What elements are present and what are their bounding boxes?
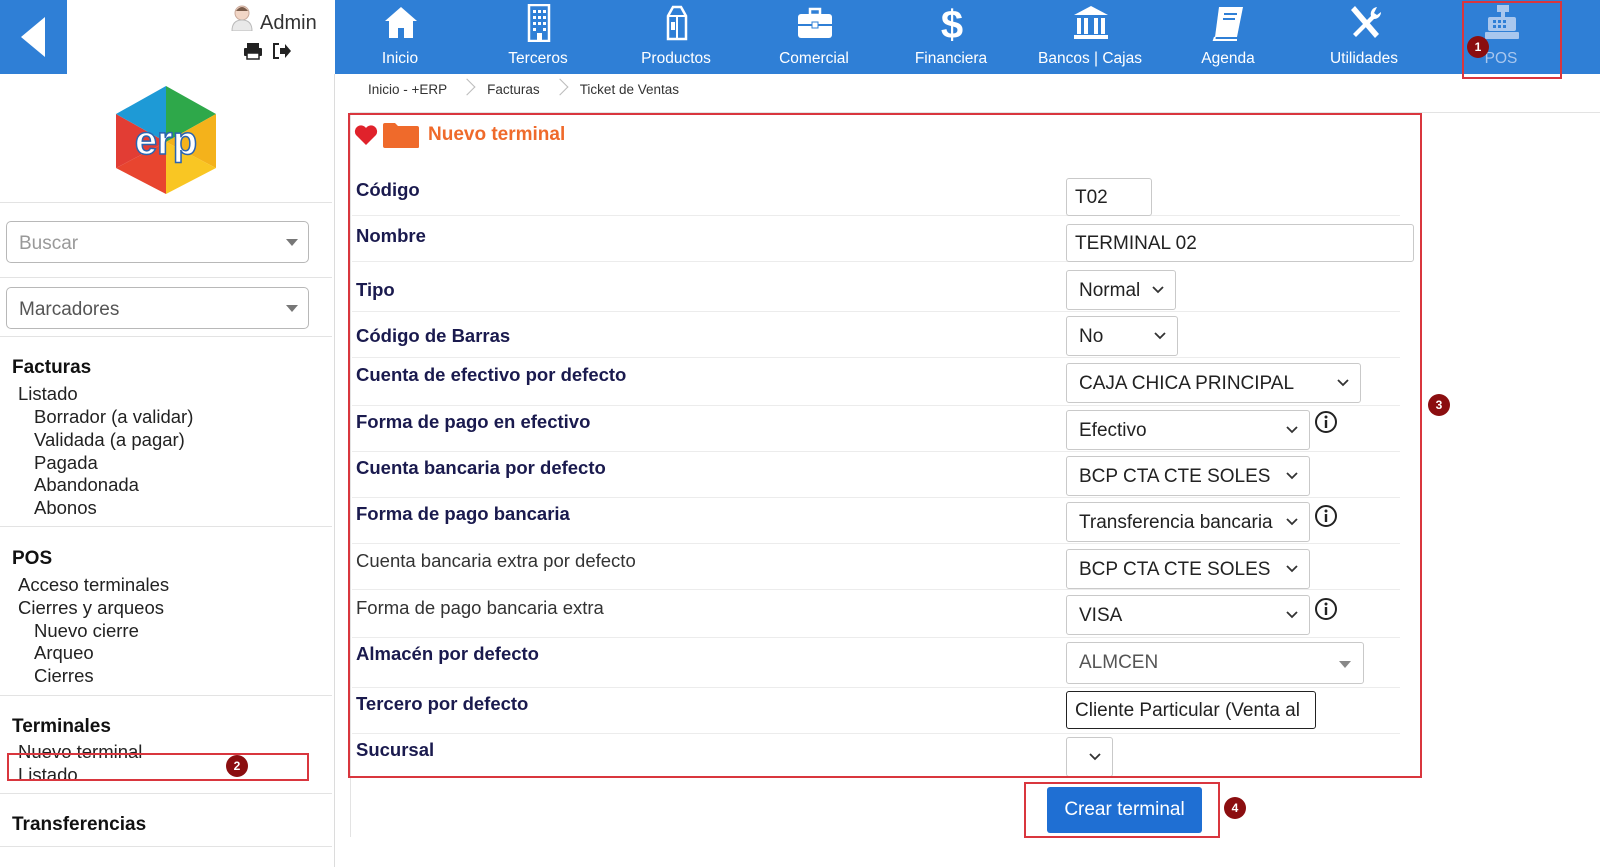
top-navigation: Inicio Terceros Productos Comercial $ Fi… <box>335 0 1600 74</box>
nav-label-productos: Productos <box>641 50 711 67</box>
breadcrumb: Inicio - +ERP Facturas Ticket de Ventas <box>352 76 693 102</box>
divider <box>0 846 332 847</box>
nav-productos[interactable]: Productos <box>611 0 741 74</box>
breadcrumb-item[interactable]: Facturas <box>471 82 554 97</box>
menu-item-listado[interactable]: Listado <box>18 383 78 405</box>
search-select[interactable]: Buscar <box>6 221 309 263</box>
menu-item-cierres[interactable]: Cierres <box>34 665 94 687</box>
nav-label-agenda: Agenda <box>1201 50 1255 67</box>
divider <box>0 793 332 794</box>
bookmarks-select[interactable]: Marcadores <box>6 287 309 329</box>
annotation-box <box>1024 782 1220 838</box>
arrow-left-icon <box>20 17 45 57</box>
nav-utilidades[interactable]: Utilidades <box>1299 0 1429 74</box>
nav-label-inicio: Inicio <box>381 50 419 67</box>
box-icon <box>666 5 688 41</box>
annotation-badge: 4 <box>1224 797 1246 819</box>
nav-label-comercial: Comercial <box>779 50 849 67</box>
menu-item-validada[interactable]: Validada (a pagar) <box>34 429 185 451</box>
home-icon <box>385 7 417 38</box>
breadcrumb-separator <box>554 79 564 99</box>
menu-title-terminales[interactable]: Terminales <box>12 716 111 738</box>
building-icon <box>527 4 551 42</box>
nav-inicio[interactable]: Inicio <box>335 0 465 74</box>
logout-icon[interactable] <box>272 42 292 60</box>
breadcrumb-item[interactable]: Inicio - +ERP <box>352 82 461 97</box>
user-avatar-icon[interactable] <box>228 3 256 31</box>
menu-title-pos[interactable]: POS <box>12 548 52 570</box>
divider <box>0 202 332 203</box>
annotation-box <box>7 753 309 781</box>
breadcrumb-item[interactable]: Ticket de Ventas <box>564 82 693 97</box>
caret-down-icon <box>286 305 298 312</box>
nav-label-financiera: Financiera <box>914 50 988 67</box>
menu-item-acceso-terminales[interactable]: Acceso terminales <box>18 574 169 596</box>
menu-item-borrador[interactable]: Borrador (a validar) <box>34 406 193 428</box>
user-box: Admin <box>67 0 335 74</box>
menu-item-cierres-arqueos[interactable]: Cierres y arqueos <box>18 597 164 619</box>
annotation-badge: 2 <box>226 755 248 777</box>
nav-comercial[interactable]: Comercial <box>749 0 879 74</box>
bookmarks-label: Marcadores <box>19 299 120 320</box>
divider <box>0 526 332 527</box>
briefcase-icon <box>798 7 832 38</box>
nav-agenda[interactable]: Agenda <box>1163 0 1293 74</box>
menu-title-transferencias[interactable]: Transferencias <box>12 814 146 836</box>
svg-text:$: $ <box>941 4 963 42</box>
divider <box>0 277 332 278</box>
annotation-box <box>348 113 1422 778</box>
nav-bancos-cajas[interactable]: Bancos | Cajas <box>1025 0 1155 74</box>
book-icon <box>1212 7 1243 41</box>
caret-down-icon <box>286 239 298 246</box>
menu-item-nuevo-cierre[interactable]: Nuevo cierre <box>34 620 139 642</box>
breadcrumb-separator <box>461 79 471 99</box>
annotation-badge: 3 <box>1428 394 1450 416</box>
search-placeholder: Buscar <box>19 233 79 254</box>
menu-item-abandonada[interactable]: Abandonada <box>34 474 139 496</box>
sidebar: erp Buscar Marcadores Facturas Listado B… <box>0 74 335 867</box>
nav-terceros[interactable]: Terceros <box>473 0 603 74</box>
nav-financiera[interactable]: $ Financiera <box>886 0 1016 74</box>
nav-label-utilidades: Utilidades <box>1329 50 1399 67</box>
user-name[interactable]: Admin <box>260 12 317 35</box>
nav-label-terceros: Terceros <box>508 50 568 67</box>
svg-text:erp: erp <box>135 119 197 163</box>
menu-item-abonos[interactable]: Abonos <box>34 497 97 519</box>
menu-item-arqueo[interactable]: Arqueo <box>34 642 94 664</box>
tools-icon <box>1351 6 1381 38</box>
divider <box>0 336 332 337</box>
erp-logo: erp <box>116 86 216 194</box>
print-icon[interactable] <box>243 42 263 60</box>
dollar-icon: $ <box>941 4 963 42</box>
bank-icon <box>1074 6 1108 39</box>
divider <box>0 695 332 696</box>
menu-item-pagada[interactable]: Pagada <box>34 452 98 474</box>
menu-title-facturas[interactable]: Facturas <box>12 357 91 379</box>
nav-label-bancos: Bancos | Cajas <box>1038 50 1142 67</box>
annotation-badge: 1 <box>1467 36 1489 58</box>
back-button[interactable] <box>0 0 67 74</box>
